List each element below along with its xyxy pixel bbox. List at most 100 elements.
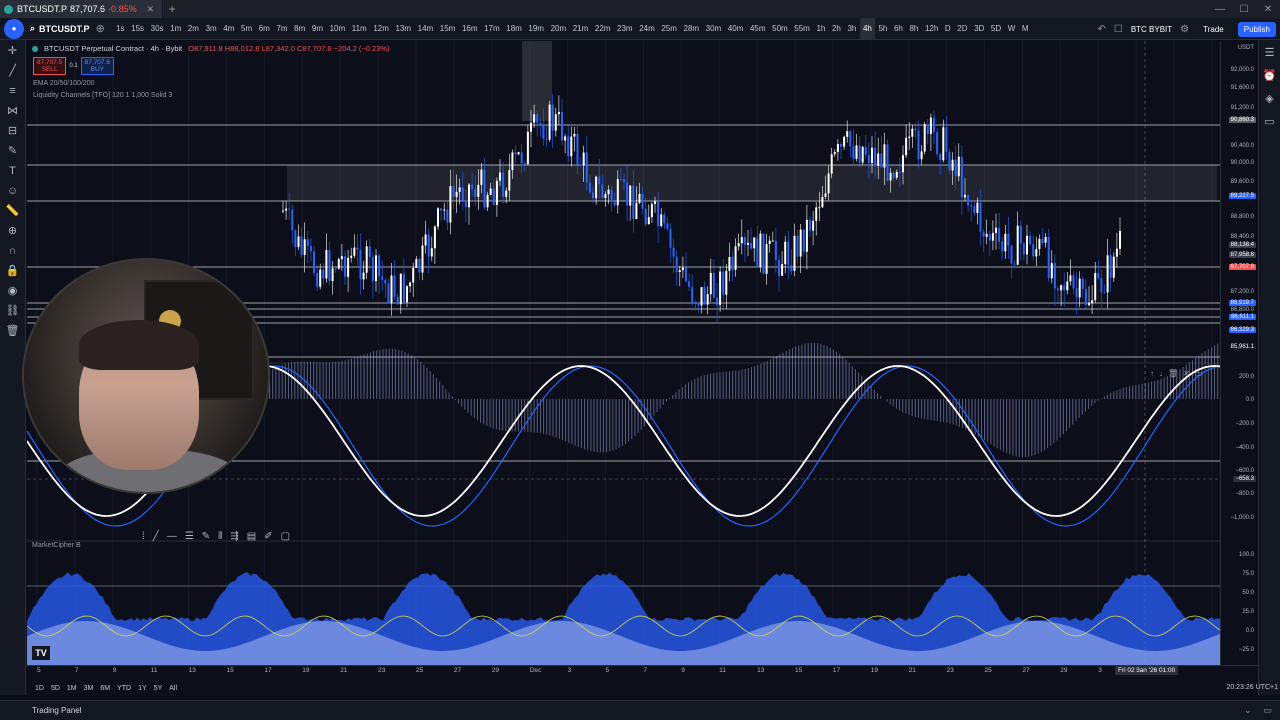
timeframe-28m[interactable]: 28m xyxy=(680,18,702,40)
fib-icon[interactable]: ≡ xyxy=(9,84,15,98)
timeframe-2h[interactable]: 2h xyxy=(829,18,845,40)
horizontal-line-icon[interactable]: — xyxy=(167,531,177,542)
buy-button[interactable]: 87,707.6 BUY xyxy=(80,57,114,75)
move-down-icon[interactable]: ↓ xyxy=(1159,369,1163,378)
timeframe-40m[interactable]: 40m xyxy=(725,18,747,40)
timeframe-3h[interactable]: 3h xyxy=(844,18,860,40)
pen-icon[interactable]: ✎ xyxy=(202,531,210,542)
timeframe-3D[interactable]: 3D xyxy=(971,18,988,40)
timeframe-19m[interactable]: 19m xyxy=(525,18,547,40)
timeframe-9m[interactable]: 9m xyxy=(309,18,327,40)
timeframe-5h[interactable]: 5h xyxy=(875,18,891,40)
timeframe-15s[interactable]: 15s xyxy=(128,18,148,40)
text-icon[interactable]: T xyxy=(9,164,16,178)
range-5y[interactable]: 5Y xyxy=(154,685,163,692)
trash-icon[interactable]: 🗑 xyxy=(6,324,20,338)
lines-icon[interactable]: ☰ xyxy=(185,531,194,542)
rectangle-icon[interactable]: ▢ xyxy=(281,531,290,542)
timeframe-50m[interactable]: 50m xyxy=(769,18,791,40)
range-ytd[interactable]: YTD xyxy=(117,685,131,692)
collapse-panel-icon[interactable]: ⌄ xyxy=(1244,705,1252,716)
timeframe-12h[interactable]: 12h xyxy=(922,18,942,40)
range-1y[interactable]: 1Y xyxy=(138,685,147,692)
chat-icon[interactable]: ▭ xyxy=(1264,115,1274,128)
pattern-icon[interactable]: ⋈ xyxy=(7,104,18,118)
lock-icon[interactable]: 🔒 xyxy=(6,264,20,278)
timeframe-M[interactable]: M xyxy=(1019,18,1032,40)
layout-name[interactable]: BTC BYBIT xyxy=(1131,25,1172,34)
timeframe-20m[interactable]: 20m xyxy=(547,18,569,40)
brush-icon[interactable]: ✎ xyxy=(8,144,17,158)
range-3m[interactable]: 3M xyxy=(84,685,94,692)
range-all[interactable]: All xyxy=(169,685,177,692)
timeframe-8m[interactable]: 8m xyxy=(291,18,309,40)
projection-icon[interactable]: ⊟ xyxy=(8,124,17,138)
timeframe-30m[interactable]: 30m xyxy=(702,18,724,40)
brush-tool-icon[interactable]: ✐ xyxy=(264,531,272,542)
timeframe-12m[interactable]: 12m xyxy=(370,18,392,40)
delete-pane-icon[interactable]: 🗑 xyxy=(1168,369,1178,378)
timeframe-1h[interactable]: 1h xyxy=(813,18,829,40)
timeframe-18m[interactable]: 18m xyxy=(503,18,525,40)
timeframe-14m[interactable]: 14m xyxy=(414,18,436,40)
move-up-icon[interactable]: ↑ xyxy=(1150,369,1154,378)
timeframe-4h[interactable]: 4h xyxy=(859,17,876,40)
close-tab-icon[interactable]: ✕ xyxy=(147,4,155,15)
timeframe-15m[interactable]: 15m xyxy=(436,18,458,40)
timeframe-2D[interactable]: 2D xyxy=(954,18,971,40)
sell-button[interactable]: 87,707.5 SELL xyxy=(33,57,67,75)
ray-icon[interactable]: ⇶ xyxy=(230,531,238,542)
channel-icon[interactable]: ▤ xyxy=(247,531,256,542)
range-6m[interactable]: 6M xyxy=(100,685,110,692)
link-icon[interactable]: ⛓ xyxy=(6,304,20,318)
timeframe-55m[interactable]: 55m xyxy=(791,18,813,40)
timeframe-6m[interactable]: 6m xyxy=(255,18,273,40)
timeframe-16m[interactable]: 16m xyxy=(459,18,481,40)
symbol-search[interactable]: ⌕ BTCUSDT.P xyxy=(30,23,90,34)
alerts-icon[interactable]: ⏰ xyxy=(1263,69,1277,82)
timeframe-1m[interactable]: 1m xyxy=(167,18,185,40)
emoji-icon[interactable]: ☺ xyxy=(7,184,18,198)
timeframe-22m[interactable]: 22m xyxy=(592,18,614,40)
timeframe-7m[interactable]: 7m xyxy=(273,18,291,40)
timeframe-45m[interactable]: 45m xyxy=(747,18,769,40)
trend-line-icon[interactable]: ╱ xyxy=(9,64,16,78)
timeframe-W[interactable]: W xyxy=(1004,18,1018,40)
crosshair-icon[interactable]: ✛ xyxy=(8,44,17,58)
undo-icon[interactable]: ↶ xyxy=(1097,24,1105,35)
maximize-pane-icon[interactable]: ▭ xyxy=(1195,369,1203,378)
trade-button[interactable]: Trade xyxy=(1197,23,1230,36)
add-symbol-icon[interactable]: ⊕ xyxy=(96,22,105,35)
timeframe-13m[interactable]: 13m xyxy=(392,18,414,40)
timeframe-1s[interactable]: 1s xyxy=(113,18,128,40)
magnet-icon[interactable]: ∩ xyxy=(9,244,17,258)
timeframe-21m[interactable]: 21m xyxy=(569,18,591,40)
ema-indicator-row[interactable]: EMA 20/50/100/200 xyxy=(33,80,95,87)
range-5d[interactable]: 5D xyxy=(51,685,60,692)
maximize-panel-icon[interactable]: ▭ xyxy=(1263,705,1272,716)
tradingview-logo[interactable]: TV xyxy=(32,646,50,660)
minimize-button[interactable]: — xyxy=(1208,0,1232,18)
price-axis[interactable]: USDT 92,000.0 91,600.0 91,200.0 90,400.0 90,… xyxy=(1220,41,1258,665)
layout-icon[interactable]: ☐ xyxy=(1114,24,1123,35)
bars-pattern-icon[interactable]: ⫴ xyxy=(218,531,222,542)
timeframe-5D[interactable]: 5D xyxy=(988,18,1005,40)
line-tool-icon[interactable]: ╱ xyxy=(153,531,159,542)
timeframe-D[interactable]: D xyxy=(942,18,954,40)
browser-tab[interactable]: BTCUSDT.P 87,707.6 -0.85% ✕ xyxy=(0,0,164,18)
timeframe-3m[interactable]: 3m xyxy=(202,18,220,40)
timeframe-24m[interactable]: 24m xyxy=(636,18,658,40)
timeframe-10m[interactable]: 10m xyxy=(326,18,348,40)
publish-button[interactable]: Publish xyxy=(1237,21,1276,37)
liquidity-indicator-row[interactable]: Liquidity Channels [TFO] 120 1 1,000 Sol… xyxy=(33,92,172,99)
timeframe-25m[interactable]: 25m xyxy=(658,18,680,40)
timeframe-8h[interactable]: 8h xyxy=(906,18,922,40)
zoom-icon[interactable]: ⊕ xyxy=(8,224,17,238)
layers-icon[interactable]: ◈ xyxy=(1265,92,1273,105)
timeframe-30s[interactable]: 30s xyxy=(147,18,167,40)
market-cipher-label[interactable]: MarketCipher B xyxy=(32,542,81,549)
timeframe-11m[interactable]: 11m xyxy=(348,18,370,40)
watchlist-icon[interactable]: ☰ xyxy=(1265,46,1275,59)
clock[interactable]: 20:23:26 UTC+1 xyxy=(1226,684,1278,691)
timeframe-5m[interactable]: 5m xyxy=(238,18,256,40)
